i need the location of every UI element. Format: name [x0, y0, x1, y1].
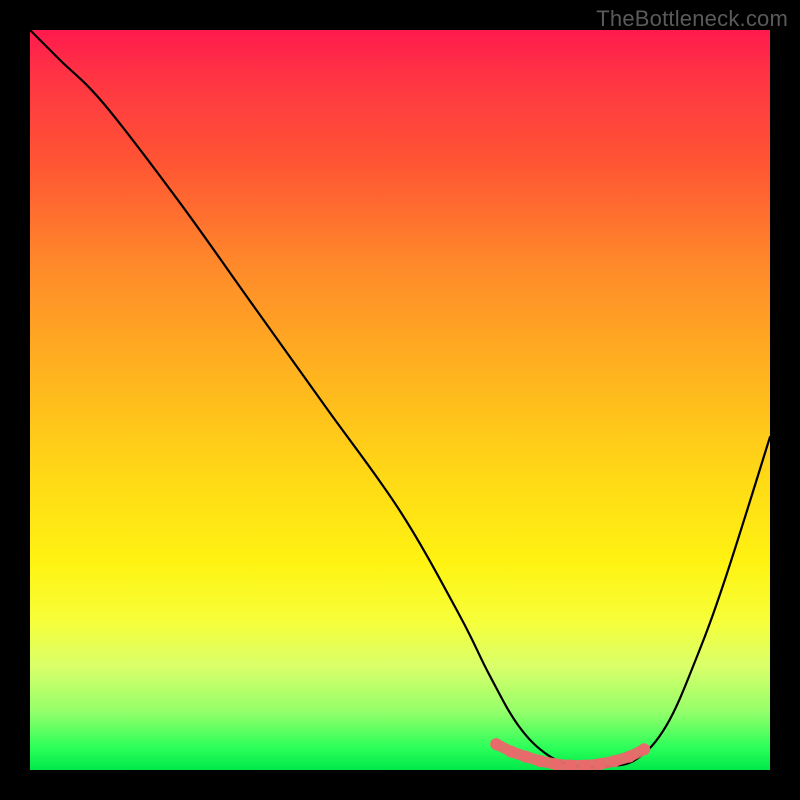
highlight-dots — [490, 738, 650, 770]
main-curve — [30, 30, 770, 768]
curve-layer — [30, 30, 770, 770]
watermark-text: TheBottleneck.com — [596, 6, 788, 32]
plot-area — [30, 30, 770, 770]
chart-container: TheBottleneck.com — [0, 0, 800, 800]
